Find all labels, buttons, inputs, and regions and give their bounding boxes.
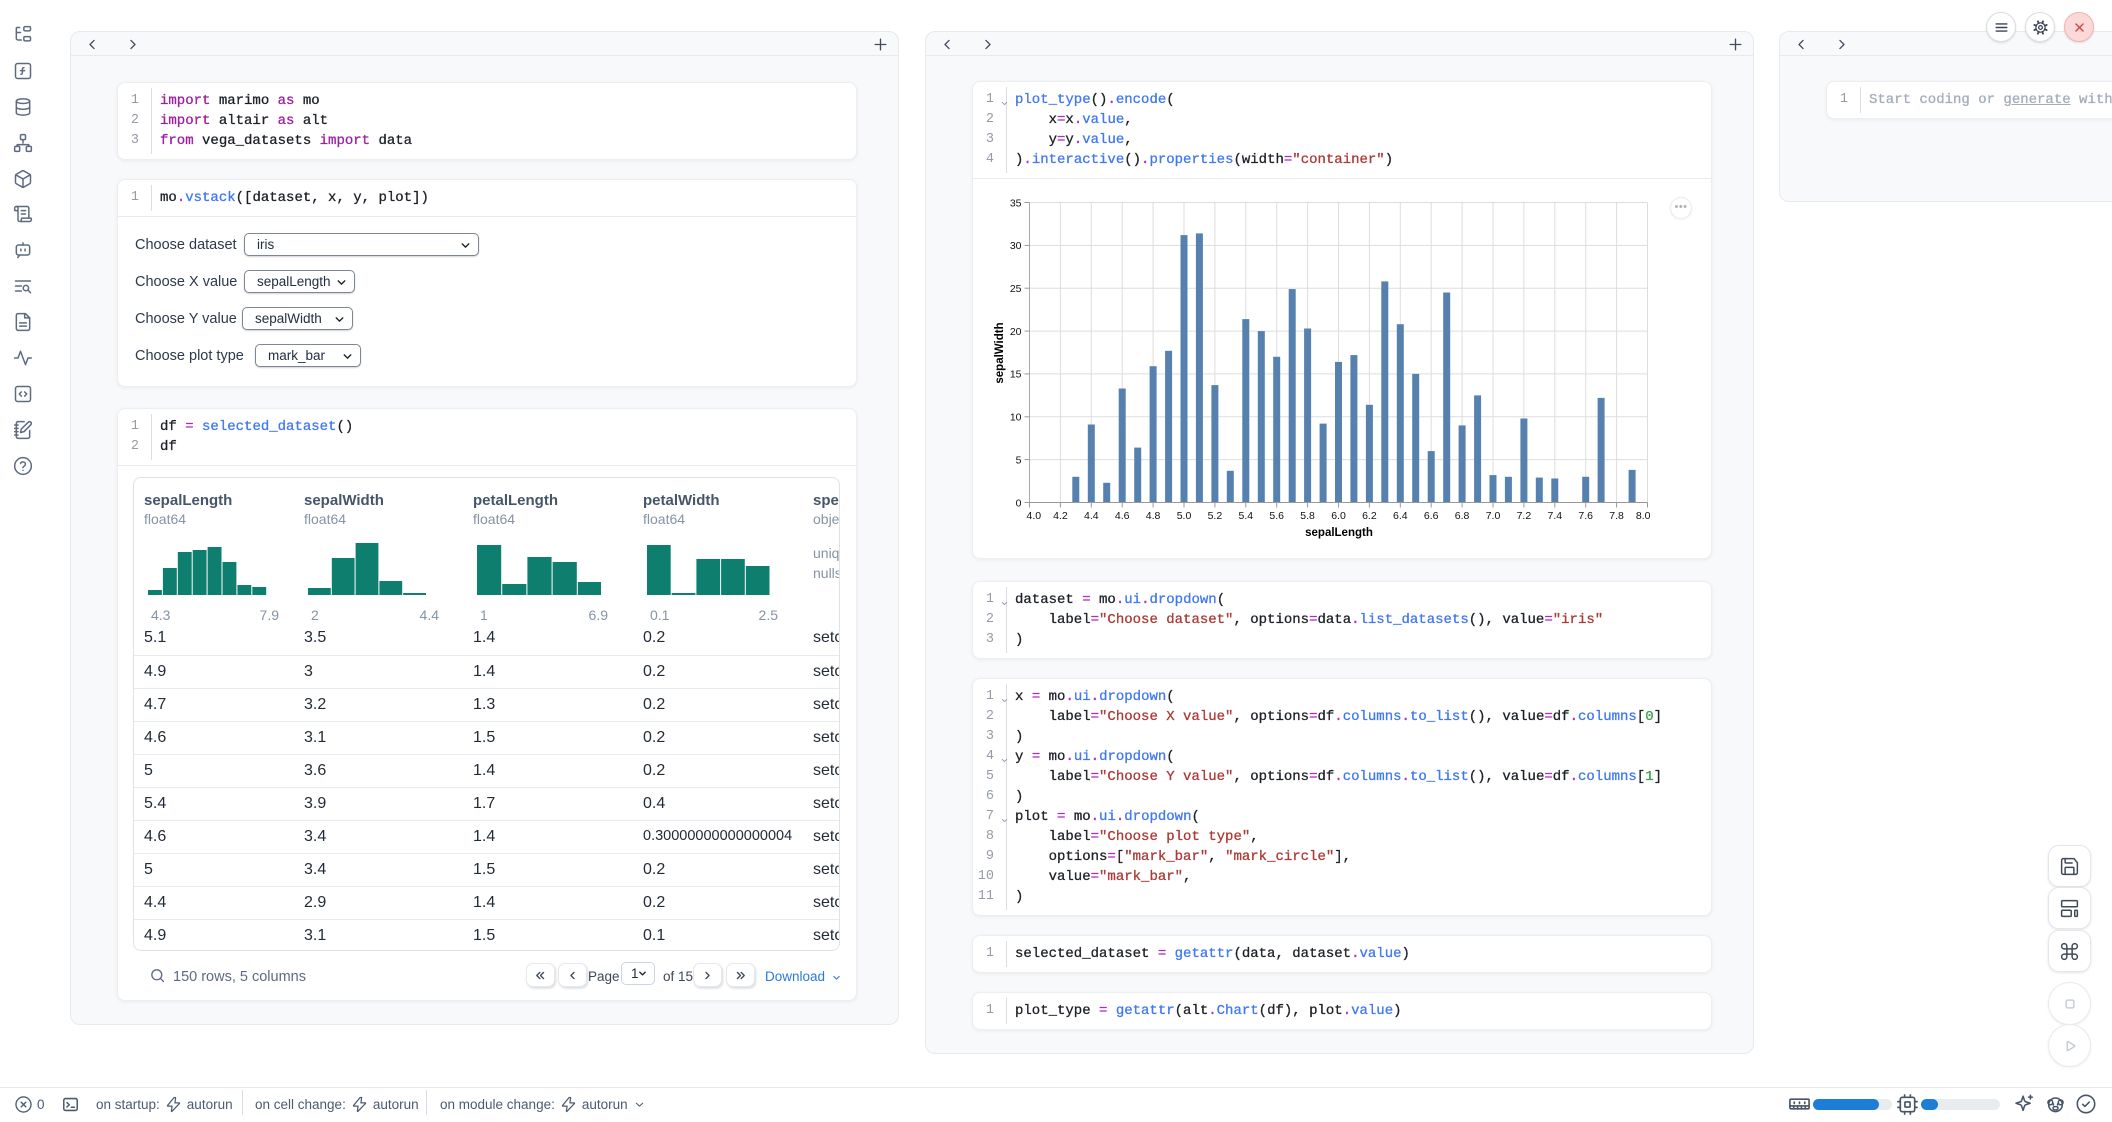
svg-text:8.0: 8.0 [1636,510,1651,522]
svg-text:5.2: 5.2 [1208,510,1223,522]
svg-text:0: 0 [1016,497,1022,509]
svg-text:5.6: 5.6 [1269,510,1284,522]
svg-text:25: 25 [1010,283,1022,295]
svg-text:5.4: 5.4 [1238,510,1253,522]
svg-text:5: 5 [1016,454,1022,466]
svg-text:5.0: 5.0 [1177,510,1192,522]
svg-text:7.2: 7.2 [1517,510,1532,522]
svg-text:4.0: 4.0 [1027,510,1042,522]
svg-text:4.8: 4.8 [1146,510,1161,522]
svg-text:6.2: 6.2 [1362,510,1377,522]
svg-text:6.6: 6.6 [1424,510,1439,522]
svg-text:10: 10 [1010,412,1022,424]
svg-text:sepalLength: sepalLength [1305,527,1373,539]
svg-text:4.4: 4.4 [1084,510,1099,522]
svg-text:6.8: 6.8 [1455,510,1470,522]
svg-text:20: 20 [1010,326,1022,338]
svg-text:6.0: 6.0 [1331,510,1346,522]
svg-text:4.6: 4.6 [1115,510,1130,522]
svg-text:4.2: 4.2 [1053,510,1068,522]
svg-text:sepalWidth: sepalWidth [994,322,1006,383]
svg-text:5.8: 5.8 [1300,510,1315,522]
svg-text:7.6: 7.6 [1578,510,1593,522]
svg-text:7.8: 7.8 [1609,510,1624,522]
svg-text:7.4: 7.4 [1547,510,1562,522]
svg-text:30: 30 [1010,240,1022,252]
svg-text:7.0: 7.0 [1486,510,1501,522]
svg-text:6.4: 6.4 [1393,510,1408,522]
svg-text:15: 15 [1010,369,1022,381]
svg-text:35: 35 [1010,197,1022,209]
